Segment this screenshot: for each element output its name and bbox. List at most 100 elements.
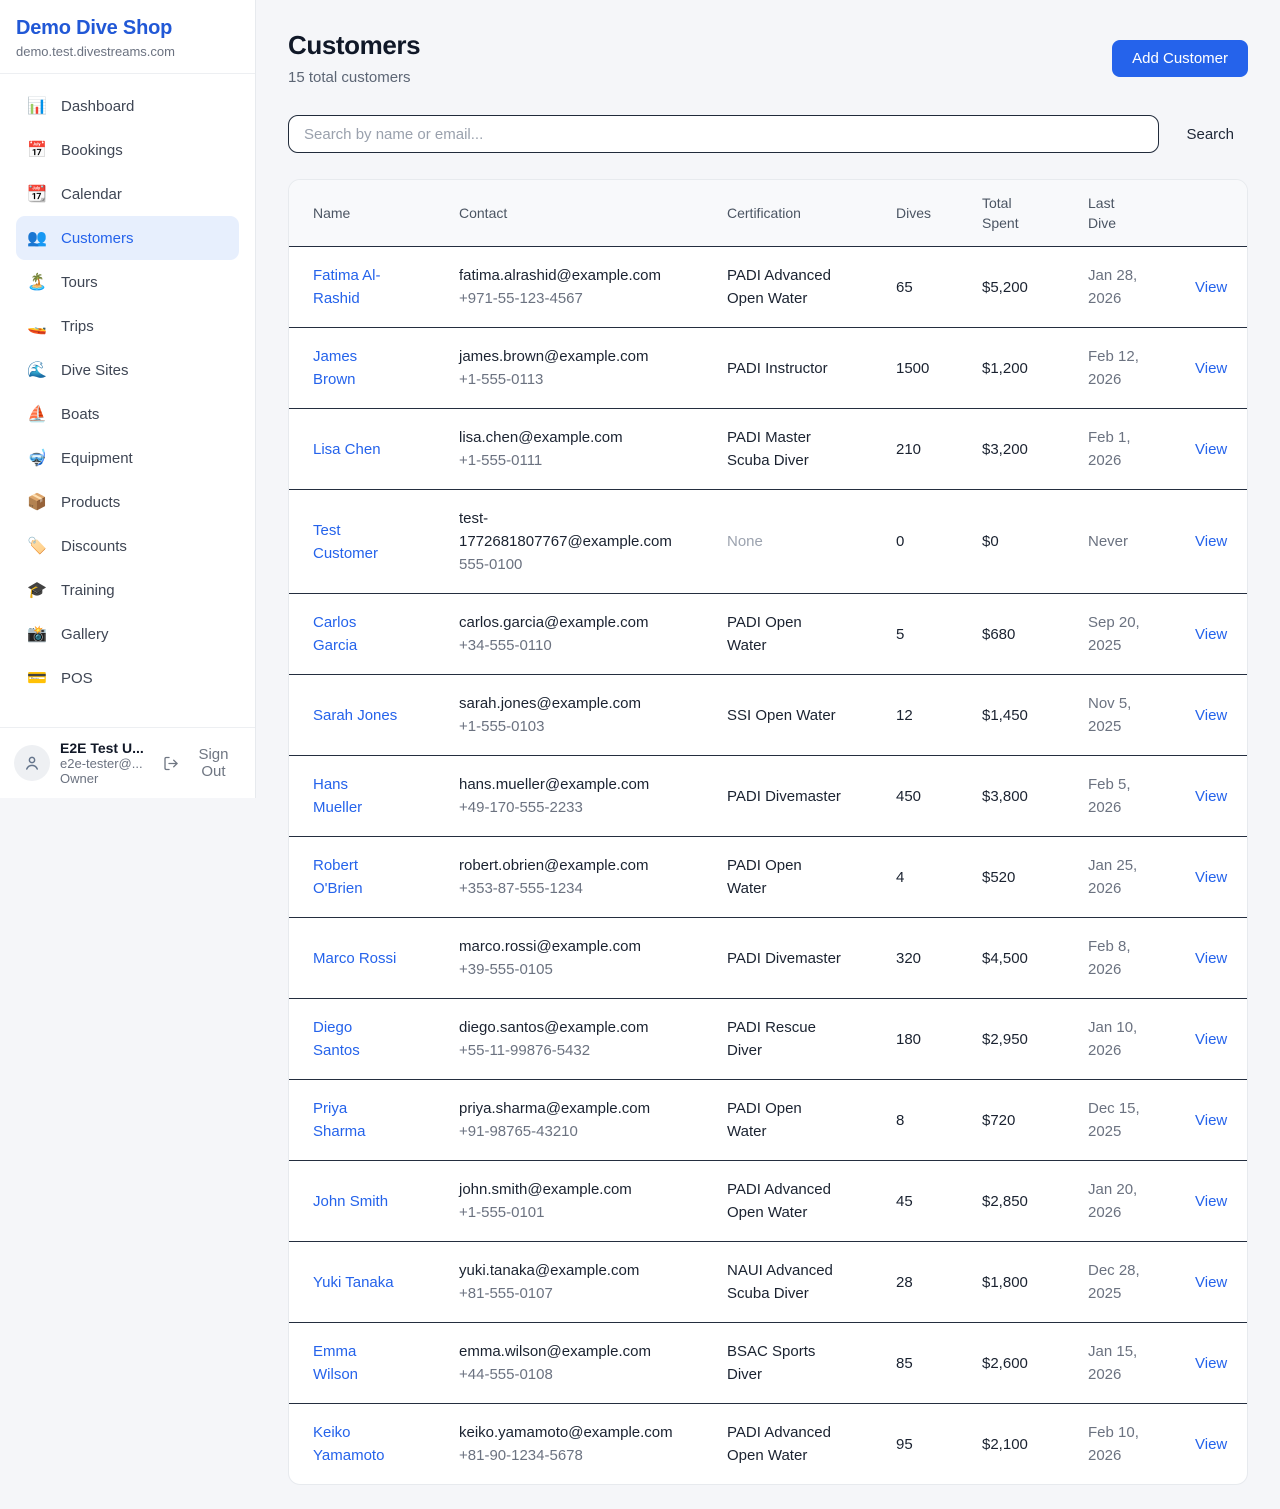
sidebar-item-customers[interactable]: 👥 Customers — [16, 216, 239, 260]
title-block: Customers 15 total customers — [288, 30, 420, 86]
user-role: Owner — [60, 771, 151, 786]
customer-phone: +91-98765-43210 — [459, 1120, 703, 1143]
main-content: Customers 15 total customers Add Custome… — [256, 0, 1280, 1509]
sidebar-item-boats[interactable]: ⛵ Boats — [16, 392, 239, 436]
customer-phone: +55-11-99876-5432 — [459, 1039, 703, 1062]
sidebar-item-training[interactable]: 🎓 Training — [16, 568, 239, 612]
customer-name-link[interactable]: Keiko Yamamoto — [313, 1421, 399, 1467]
table-row: Diego Santos diego.santos@example.com +5… — [289, 999, 1247, 1080]
customer-name-link[interactable]: John Smith — [313, 1190, 388, 1213]
customer-last-dive: Sep 20, 2025 — [1088, 611, 1146, 657]
customer-name-link[interactable]: Emma Wilson — [313, 1340, 399, 1386]
view-customer-link[interactable]: View — [1195, 788, 1227, 805]
customer-name-link[interactable]: Yuki Tanaka — [313, 1271, 394, 1294]
shop-name: Demo Dive Shop — [16, 17, 231, 40]
customer-name-link[interactable]: Fatima Al-Rashid — [313, 264, 399, 310]
customer-phone: +81-555-0107 — [459, 1282, 703, 1305]
customer-phone: +353-87-555-1234 — [459, 877, 703, 900]
sidebar-item-tours[interactable]: 🏝️ Tours — [16, 260, 239, 304]
customer-last-dive: Jan 28, 2026 — [1088, 264, 1146, 310]
view-customer-link[interactable]: View — [1195, 1193, 1227, 1210]
customer-name-link[interactable]: Robert O'Brien — [313, 854, 399, 900]
calendar-date-icon: 📅 — [26, 140, 48, 160]
avatar — [14, 745, 50, 781]
sidebar-item-discounts[interactable]: 🏷️ Discounts — [16, 524, 239, 568]
view-customer-link[interactable]: View — [1195, 1355, 1227, 1372]
sidebar-item-equipment[interactable]: 🤿 Equipment — [16, 436, 239, 480]
customer-total-spent: $5,200 — [970, 247, 1076, 328]
customer-email: lisa.chen@example.com — [459, 426, 677, 449]
customer-name-link[interactable]: Hans Mueller — [313, 773, 399, 819]
customer-certification: PADI Master Scuba Diver — [727, 426, 841, 472]
customer-total-spent: $1,450 — [970, 675, 1076, 756]
customer-name-link[interactable]: Priya Sharma — [313, 1097, 399, 1143]
view-customer-link[interactable]: View — [1195, 707, 1227, 724]
customer-dives: 1500 — [884, 328, 970, 409]
customer-total-spent: $2,600 — [970, 1323, 1076, 1404]
customer-certification: PADI Rescue Diver — [727, 1016, 841, 1062]
search-input[interactable] — [288, 115, 1159, 153]
view-customer-link[interactable]: View — [1195, 441, 1227, 458]
view-customer-link[interactable]: View — [1195, 279, 1227, 296]
customers-table-card: NameContactCertificationDivesTotal Spent… — [288, 179, 1248, 1485]
customer-certification: SSI Open Water — [727, 704, 841, 727]
customer-phone: +971-55-123-4567 — [459, 287, 703, 310]
customer-phone: +49-170-555-2233 — [459, 796, 703, 819]
customer-phone: +34-555-0110 — [459, 634, 703, 657]
view-customer-link[interactable]: View — [1195, 360, 1227, 377]
sidebar-item-products[interactable]: 📦 Products — [16, 480, 239, 524]
customer-name-link[interactable]: Marco Rossi — [313, 947, 396, 970]
column-header-last-dive: Last Dive — [1076, 180, 1183, 247]
person-icon — [23, 754, 41, 772]
customer-total-spent: $2,100 — [970, 1404, 1076, 1485]
customer-certification: NAUI Advanced Scuba Diver — [727, 1259, 841, 1305]
customer-last-dive: Nov 5, 2025 — [1088, 692, 1146, 738]
customer-count: 15 total customers — [288, 69, 420, 86]
search-button[interactable]: Search — [1186, 126, 1234, 143]
speedboat-icon: 🚤 — [26, 316, 48, 336]
customer-email: priya.sharma@example.com — [459, 1097, 677, 1120]
customer-name-link[interactable]: Diego Santos — [313, 1016, 399, 1062]
customer-email: keiko.yamamoto@example.com — [459, 1421, 677, 1444]
view-customer-link[interactable]: View — [1195, 533, 1227, 550]
sidebar-item-dive-sites[interactable]: 🌊 Dive Sites — [16, 348, 239, 392]
customer-name-link[interactable]: Test Customer — [313, 519, 399, 565]
customer-certification: PADI Divemaster — [727, 785, 841, 808]
user-name: E2E Test U... — [60, 740, 151, 756]
package-icon: 📦 — [26, 492, 48, 512]
tag-icon: 🏷️ — [26, 536, 48, 556]
view-customer-link[interactable]: View — [1195, 1112, 1227, 1129]
sidebar-item-dashboard[interactable]: 📊 Dashboard — [16, 84, 239, 128]
customer-name-link[interactable]: Carlos Garcia — [313, 611, 399, 657]
table-row: Marco Rossi marco.rossi@example.com +39-… — [289, 918, 1247, 999]
table-row: Sarah Jones sarah.jones@example.com +1-5… — [289, 675, 1247, 756]
view-customer-link[interactable]: View — [1195, 869, 1227, 886]
view-customer-link[interactable]: View — [1195, 1436, 1227, 1453]
customer-dives: 4 — [884, 837, 970, 918]
sidebar-item-bookings[interactable]: 📅 Bookings — [16, 128, 239, 172]
sign-out-button[interactable]: Sign Out — [163, 746, 241, 780]
view-customer-link[interactable]: View — [1195, 1274, 1227, 1291]
view-customer-link[interactable]: View — [1195, 950, 1227, 967]
table-row: Test Customer test-1772681807767@example… — [289, 490, 1247, 594]
customer-phone: +1-555-0111 — [459, 449, 703, 472]
island-icon: 🏝️ — [26, 272, 48, 292]
customer-certification: PADI Divemaster — [727, 947, 841, 970]
column-header-name: Name — [289, 180, 447, 247]
view-customer-link[interactable]: View — [1195, 1031, 1227, 1048]
customer-name-link[interactable]: Sarah Jones — [313, 704, 397, 727]
column-header-actions — [1183, 180, 1247, 247]
customer-total-spent: $720 — [970, 1080, 1076, 1161]
bar-chart-icon: 📊 — [26, 96, 48, 116]
customer-email: diego.santos@example.com — [459, 1016, 677, 1039]
customer-name-link[interactable]: James Brown — [313, 345, 399, 391]
sidebar-item-calendar[interactable]: 📆 Calendar — [16, 172, 239, 216]
customer-phone: +81-90-1234-5678 — [459, 1444, 703, 1467]
sidebar-item-trips[interactable]: 🚤 Trips — [16, 304, 239, 348]
view-customer-link[interactable]: View — [1195, 626, 1227, 643]
customer-name-link[interactable]: Lisa Chen — [313, 438, 381, 461]
sidebar-item-gallery[interactable]: 📸 Gallery — [16, 612, 239, 656]
add-customer-button[interactable]: Add Customer — [1112, 40, 1248, 77]
sidebar-item-pos[interactable]: 💳 POS — [16, 656, 239, 700]
customer-dives: 8 — [884, 1080, 970, 1161]
